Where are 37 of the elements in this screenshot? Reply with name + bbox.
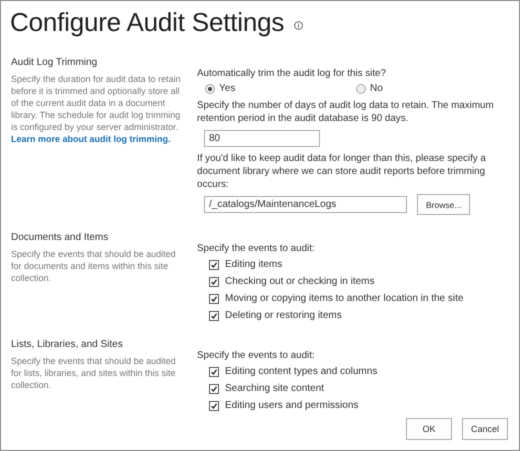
- field-label: Specify the number of days of audit log data to retain. The maximum retention period in the audit database is 90 days.: [197, 99, 495, 125]
- checkbox-label: Editing users and permissions: [225, 400, 358, 411]
- checkbox-label: Checking out or checking in items: [225, 276, 375, 287]
- field-label: If you'd like to keep audit data for longer than this, please specify a document library where we can store audit reports before trimming occurs:: [197, 152, 487, 191]
- checkbox[interactable]: [209, 260, 219, 270]
- checkbox[interactable]: [209, 310, 219, 320]
- radio-button[interactable]: [356, 84, 366, 94]
- learn-more-link[interactable]: Learn more about audit log trimming.: [11, 134, 171, 144]
- checkbox-label: Deleting or restoring items: [225, 310, 342, 321]
- info-icon[interactable]: [294, 20, 304, 30]
- checkbox[interactable]: [209, 384, 219, 394]
- field-label: Specify the events to audit:: [197, 349, 316, 362]
- library-path-field[interactable]: /_catalogs/MaintenanceLogs: [204, 196, 407, 213]
- section-title: Lists, Libraries, and Sites: [11, 339, 124, 350]
- section-description: Specify the duration for audit data to retain before it is trimmed and optionally store all of the current audit data in a document library. The schedule for audit log trimming is configured by your server administrator. Learn more about audit log trimming.: [11, 73, 182, 145]
- checkbox-label: Searching site content: [225, 383, 324, 394]
- section-description: Specify the events that should be audited for documents and items within this site collection.: [11, 248, 177, 284]
- page-title: Configure Audit Settings: [10, 6, 284, 39]
- checkbox[interactable]: [209, 294, 219, 304]
- radio-label: Yes: [219, 83, 236, 94]
- radio-label: No: [370, 83, 383, 94]
- dialog-button[interactable]: OK: [406, 418, 452, 440]
- dialog-button[interactable]: Cancel: [462, 418, 508, 440]
- days-field[interactable]: 80: [204, 130, 320, 147]
- section-title: Audit Log Trimming: [11, 57, 98, 68]
- checkbox-label: Editing content types and columns: [225, 366, 378, 377]
- section-description: Specify the events that should be audited for lists, libraries, and sites within this site collection.: [11, 355, 177, 391]
- checkbox-label: Editing items: [225, 259, 282, 270]
- checkbox[interactable]: [209, 276, 219, 286]
- browse-button[interactable]: Browse...: [417, 194, 470, 215]
- radio-button[interactable]: [205, 84, 215, 94]
- checkbox-label: Moving or copying items to another location in the site: [225, 293, 464, 304]
- checkbox[interactable]: [209, 366, 219, 376]
- section-title: Documents and Items: [11, 232, 110, 243]
- checkbox[interactable]: [209, 400, 219, 410]
- field-label: Specify the events to audit:: [197, 242, 316, 255]
- field-label: Automatically trim the audit log for this site?: [197, 67, 387, 80]
